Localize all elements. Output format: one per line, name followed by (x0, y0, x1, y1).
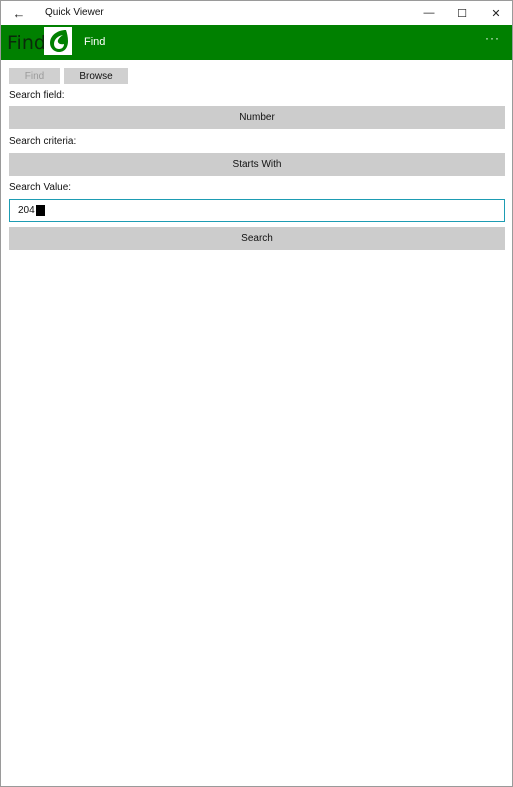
title-bar: ← Quick Viewer — ☐ ✕ (1, 1, 512, 25)
text-caret (35, 205, 45, 216)
search-field-label: Search field: (9, 90, 65, 101)
search-field-selector[interactable]: Number (9, 106, 505, 129)
app-title: Quick Viewer (45, 7, 104, 18)
search-value-label: Search Value: (9, 182, 72, 193)
close-button[interactable]: ✕ (479, 1, 512, 25)
more-options-icon[interactable]: ··· (485, 31, 500, 45)
back-arrow-icon[interactable]: ← (11, 5, 27, 21)
tab-browse[interactable]: Browse (64, 68, 128, 84)
search-value-text: 204 (18, 205, 35, 216)
maximize-button[interactable]: ☐ (445, 1, 479, 25)
app-window: ← Quick Viewer — ☐ ✕ Find Find ··· Find … (0, 0, 513, 787)
minimize-button[interactable]: — (412, 1, 446, 25)
tab-find[interactable]: Find (9, 68, 60, 84)
app-header: Find Find ··· (1, 25, 512, 60)
search-button[interactable]: Search (9, 227, 505, 250)
leaf-logo-icon (44, 27, 72, 55)
search-criteria-label: Search criteria: (9, 136, 77, 147)
search-value-input[interactable]: 204 (9, 199, 505, 222)
search-criteria-selector[interactable]: Starts With (9, 153, 505, 176)
header-find-text: Find (7, 32, 46, 54)
header-title: Find (84, 36, 106, 48)
